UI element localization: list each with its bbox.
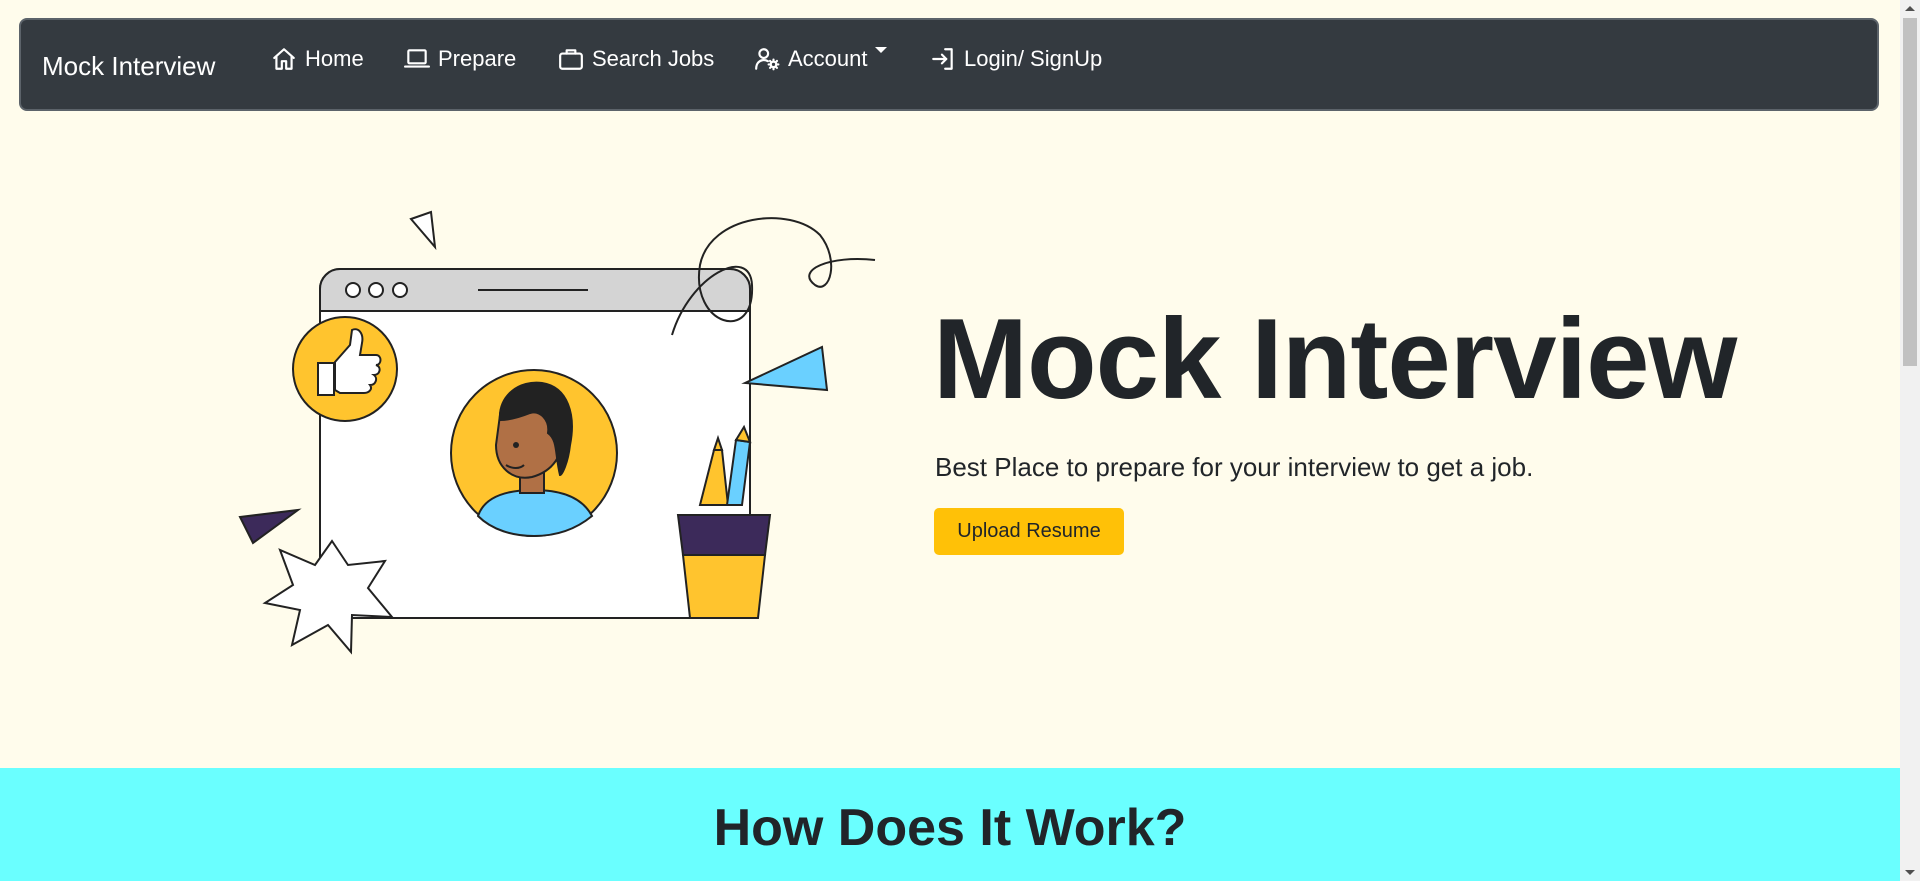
page-scrollbar[interactable] xyxy=(1900,0,1920,881)
nav-search-jobs[interactable]: Search Jobs xyxy=(558,42,714,76)
dropdown-caret-icon xyxy=(874,47,887,53)
nav-prepare[interactable]: Prepare xyxy=(404,42,516,76)
nav-prepare-label: Prepare xyxy=(438,46,517,71)
laptop-icon xyxy=(404,49,430,68)
pencil-cup-icon xyxy=(676,514,772,556)
brand-link[interactable]: Mock Interview xyxy=(42,51,215,82)
hero-subtitle: Best Place to prepare for your interview… xyxy=(935,452,1534,482)
user-gear-icon xyxy=(755,48,780,71)
nav-account-dropdown[interactable]: Account xyxy=(754,42,887,76)
upload-resume-button[interactable]: Upload Resume xyxy=(934,508,1124,555)
nav-login-signup[interactable]: Login/ SignUp xyxy=(930,42,1102,76)
scroll-thumb[interactable] xyxy=(1903,18,1917,366)
scroll-up-icon[interactable] xyxy=(1905,6,1915,11)
nav-home[interactable]: Home xyxy=(271,42,364,76)
flag-icon xyxy=(741,345,829,392)
how-title: How Does It Work? xyxy=(713,799,1187,857)
nav-login-label: Login/ SignUp xyxy=(964,46,1103,71)
home-icon xyxy=(273,48,295,70)
nav-search-jobs-label: Search Jobs xyxy=(592,46,715,71)
scroll-down-icon[interactable] xyxy=(1905,870,1915,875)
briefcase-icon xyxy=(559,49,583,70)
hero-title: Mock Interview xyxy=(933,296,1737,423)
page: Mock Interview Home Prepare Search Jobs … xyxy=(0,0,1900,881)
nav-account-label: Account xyxy=(788,46,868,71)
triangle-outline-icon xyxy=(409,210,437,251)
how-section: How Does It Work? xyxy=(0,768,1900,881)
nav-home-label: Home xyxy=(305,46,364,71)
navbar: Mock Interview Home Prepare Search Jobs … xyxy=(19,18,1879,111)
hero-illustration xyxy=(238,210,876,655)
login-icon xyxy=(932,48,953,70)
triangle-dark-icon xyxy=(238,508,302,545)
